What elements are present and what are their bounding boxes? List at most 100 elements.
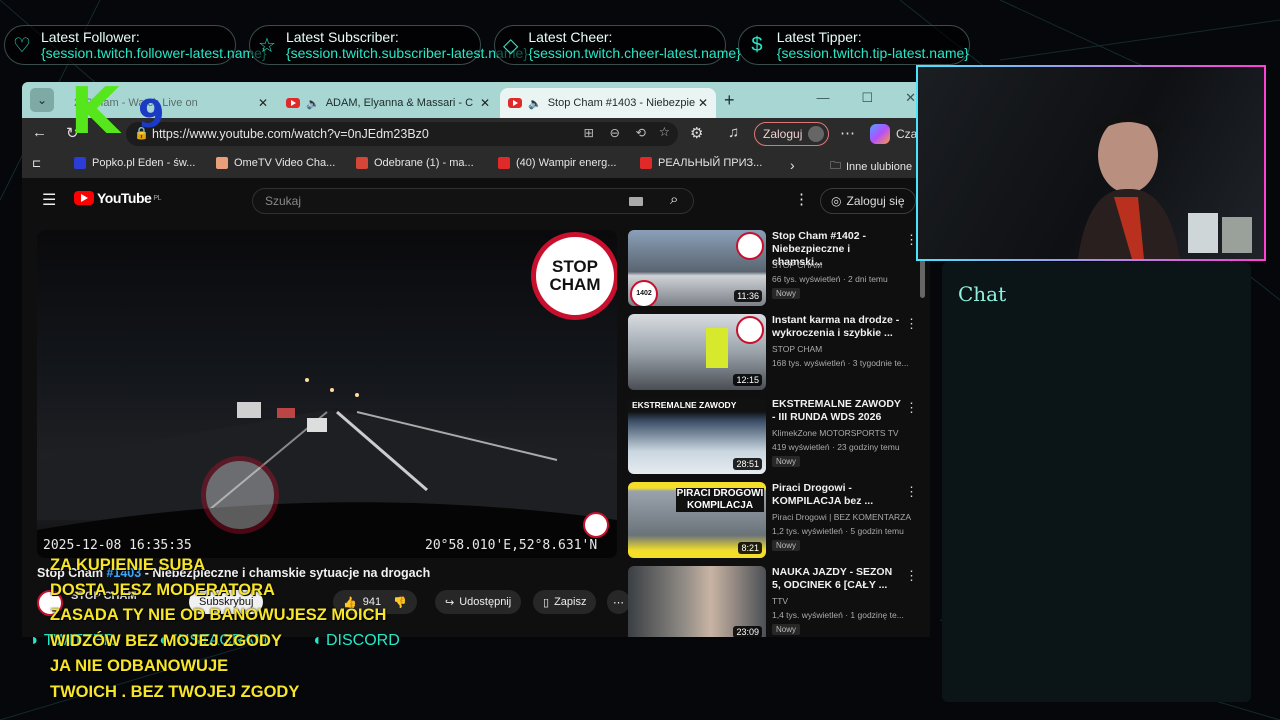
bookmark-item[interactable]: РЕАЛЬНЫЙ ПРИЗ... bbox=[640, 157, 762, 169]
reading-mode-icon[interactable]: ⊏ bbox=[32, 157, 41, 170]
bookmark-label: (40) Wampir energ... bbox=[516, 157, 617, 169]
video-player[interactable]: STOP CHAM 2025-12-08 16:35:35 20°58.010'… bbox=[37, 230, 617, 558]
account-icon: ◎ bbox=[831, 194, 842, 208]
tab-stop-cham[interactable]: 🔈 Stop Cham #1403 - Niebezpie ✕ bbox=[500, 88, 716, 118]
tab-music[interactable]: 🔈 ADAM, Elyanna & Massari - C ✕ bbox=[278, 88, 498, 118]
channel-name[interactable]: TTV bbox=[772, 596, 788, 606]
copilot-icon[interactable] bbox=[870, 124, 890, 144]
alert-title: Latest Tipper: bbox=[776, 29, 862, 45]
close-icon[interactable]: ✕ bbox=[480, 96, 490, 110]
url-text: https://www.youtube.com/watch?v=0nJEdm23… bbox=[152, 127, 429, 141]
list-item[interactable]: 1402 11:36 Stop Cham #1402 - Niebezpiecz… bbox=[628, 230, 918, 308]
back-arrow-icon[interactable]: ← bbox=[32, 124, 47, 141]
youtube-logo[interactable]: YouTube PL bbox=[74, 190, 161, 206]
video-thumbnail[interactable]: PIRACI DROGOWI KOMPILACJA 8:21 bbox=[628, 482, 766, 558]
save-button[interactable]: ▯ Zapisz bbox=[533, 590, 597, 614]
bookmark-item[interactable]: OmeTV Video Cha... bbox=[216, 157, 335, 169]
stop-cham-corner-logo bbox=[583, 512, 609, 538]
youtube-play-icon bbox=[74, 191, 94, 205]
search-input[interactable]: Szukaj bbox=[252, 188, 694, 214]
extensions-icon[interactable]: ⚙ bbox=[690, 124, 703, 142]
video-thumbnail[interactable]: 12:15 bbox=[628, 314, 766, 390]
bookmark-item[interactable]: Popko.pl Eden - św... bbox=[74, 157, 195, 169]
diamond-icon: ◇ bbox=[503, 34, 519, 57]
address-bar[interactable]: 🔒 https://www.youtube.com/watch?v=0nJEdm… bbox=[126, 122, 678, 146]
bookmark-item[interactable]: (40) Wampir energ... bbox=[498, 157, 616, 169]
new-badge: Nowy bbox=[772, 624, 801, 635]
channel-name[interactable]: KlimekZone MOTORSPORTS TV bbox=[772, 428, 899, 438]
more-vert-icon[interactable]: ⋮ bbox=[905, 484, 918, 500]
video-title[interactable]: Instant karma na drodze - wykroczenia i … bbox=[772, 314, 902, 340]
close-window-button[interactable]: ✕ bbox=[905, 90, 916, 106]
video-title[interactable]: EKSTREMALNE ZAWODY - III RUNDA WDS 2026 bbox=[772, 398, 902, 424]
stop-cham-logo bbox=[736, 232, 764, 260]
menu-icon[interactable]: ☰ bbox=[42, 190, 56, 210]
video-thumbnail[interactable]: 23:09 bbox=[628, 566, 766, 637]
overlay-line: JA NIE ODBANOWUJE bbox=[50, 657, 229, 675]
search-placeholder: Szukaj bbox=[265, 194, 302, 208]
maximize-button[interactable]: ☐ bbox=[861, 90, 873, 106]
bookmark-label: OmeTV Video Cha... bbox=[234, 157, 336, 169]
video-duration: 23:09 bbox=[733, 626, 762, 637]
more-vert-icon[interactable]: ⋮ bbox=[905, 400, 918, 416]
favicon-icon bbox=[356, 157, 368, 169]
share-button[interactable]: ↪ Udostępnij bbox=[435, 590, 522, 614]
other-favorites[interactable]: 🗀 Inne ulubione bbox=[830, 157, 912, 176]
search-icon[interactable]: ⌕ bbox=[670, 191, 678, 208]
avatar bbox=[808, 126, 825, 142]
share-icon: ↪ bbox=[445, 596, 455, 609]
app-grid-icon[interactable]: ⊞ bbox=[584, 125, 594, 140]
more-vert-icon[interactable]: ⋮ bbox=[905, 316, 918, 332]
more-options-icon[interactable]: ⋯ bbox=[840, 124, 855, 142]
keyboard-icon[interactable] bbox=[629, 197, 643, 206]
stop-cham-logo: STOP CHAM bbox=[531, 232, 617, 320]
youtube-favicon-icon bbox=[508, 98, 522, 108]
youtube-favicon-icon bbox=[286, 98, 300, 108]
list-item[interactable]: 12:15 Instant karma na drodze - wykrocze… bbox=[628, 314, 918, 392]
police-officer-figure bbox=[706, 328, 728, 368]
minimize-button[interactable]: — bbox=[816, 90, 829, 106]
video-thumbnail[interactable]: 1402 11:36 bbox=[628, 230, 766, 306]
heart-icon: ♡ bbox=[13, 34, 31, 57]
read-aloud-icon[interactable]: ⟲ bbox=[636, 125, 646, 140]
thumbs-down-icon[interactable]: 👎 bbox=[393, 596, 407, 609]
alert-value: {session.twitch.subscriber-latest.name} bbox=[285, 45, 528, 61]
zoom-icon[interactable]: ⊖ bbox=[610, 125, 620, 140]
more-vert-icon[interactable]: ⋮ bbox=[794, 190, 809, 208]
video-duration: 11:36 bbox=[734, 290, 762, 302]
thumbnail-caption: EKSTREMALNE ZAWODY bbox=[632, 400, 737, 410]
channel-name[interactable]: STOP CHAM bbox=[772, 260, 822, 270]
video-title[interactable]: Piraci Drogowi - KOMPILACJA bez ... bbox=[772, 482, 902, 508]
channel-name[interactable]: Piraci Drogowi | BEZ KOMENTARZA bbox=[772, 512, 911, 522]
stamp-text: STOP CHAM bbox=[549, 257, 601, 294]
bookmark-item[interactable]: Odebrane (1) - ma... bbox=[356, 157, 474, 169]
signin-button[interactable]: ◎ Zaloguj się bbox=[820, 188, 916, 214]
media-control-icon[interactable]: ♫ bbox=[728, 124, 739, 141]
channel-name[interactable]: STOP CHAM bbox=[772, 344, 822, 354]
social-discord[interactable]: ◖ DISCORD bbox=[312, 632, 420, 649]
more-actions-button[interactable]: ⋯ bbox=[607, 590, 630, 614]
chevron-right-icon[interactable]: › bbox=[790, 157, 795, 173]
close-icon[interactable]: ✕ bbox=[258, 96, 268, 110]
tab-actions-button[interactable]: ⌄ bbox=[30, 88, 54, 112]
video-meta: 419 wyświetleń · 23 godziny temu bbox=[772, 442, 900, 452]
video-thumbnail[interactable]: EKSTREMALNE ZAWODY 28:51 bbox=[628, 398, 766, 474]
video-timestamp: 2025-12-08 16:35:35 bbox=[43, 538, 192, 553]
new-tab-button[interactable]: + bbox=[724, 90, 735, 111]
youtube-header: ☰ YouTube PL Szukaj ⌕ ⋮ ◎ Zaloguj się bbox=[22, 178, 930, 222]
tab-label: ADAM, Elyanna & Massari - C bbox=[325, 97, 474, 109]
more-vert-icon[interactable]: ⋮ bbox=[905, 568, 918, 584]
alert-title: Latest Follower: bbox=[40, 29, 140, 45]
list-item[interactable]: PIRACI DROGOWI KOMPILACJA 8:21 Piraci Dr… bbox=[628, 482, 918, 560]
profile-login-button[interactable]: Zaloguj bbox=[754, 122, 830, 146]
stop-cham-watermark bbox=[201, 456, 279, 534]
list-item[interactable]: EKSTREMALNE ZAWODY 28:51 EKSTREMALNE ZAW… bbox=[628, 398, 918, 476]
social-label: DISCORD bbox=[325, 632, 400, 649]
overlay-line: WIDZÓW BEZ MOJEJ ZGODY bbox=[50, 632, 282, 650]
video-title[interactable]: NAUKA JAZDY - SEZON 5, ODCINEK 6 [CAŁY .… bbox=[772, 566, 902, 592]
alert-value: {session.twitch.cheer-latest.name} bbox=[528, 45, 741, 61]
favicon-icon bbox=[640, 157, 652, 169]
favorite-star-icon[interactable]: ☆ bbox=[659, 124, 670, 139]
list-item[interactable]: 23:09 NAUKA JAZDY - SEZON 5, ODCINEK 6 [… bbox=[628, 566, 918, 637]
close-icon[interactable]: ✕ bbox=[698, 96, 708, 110]
